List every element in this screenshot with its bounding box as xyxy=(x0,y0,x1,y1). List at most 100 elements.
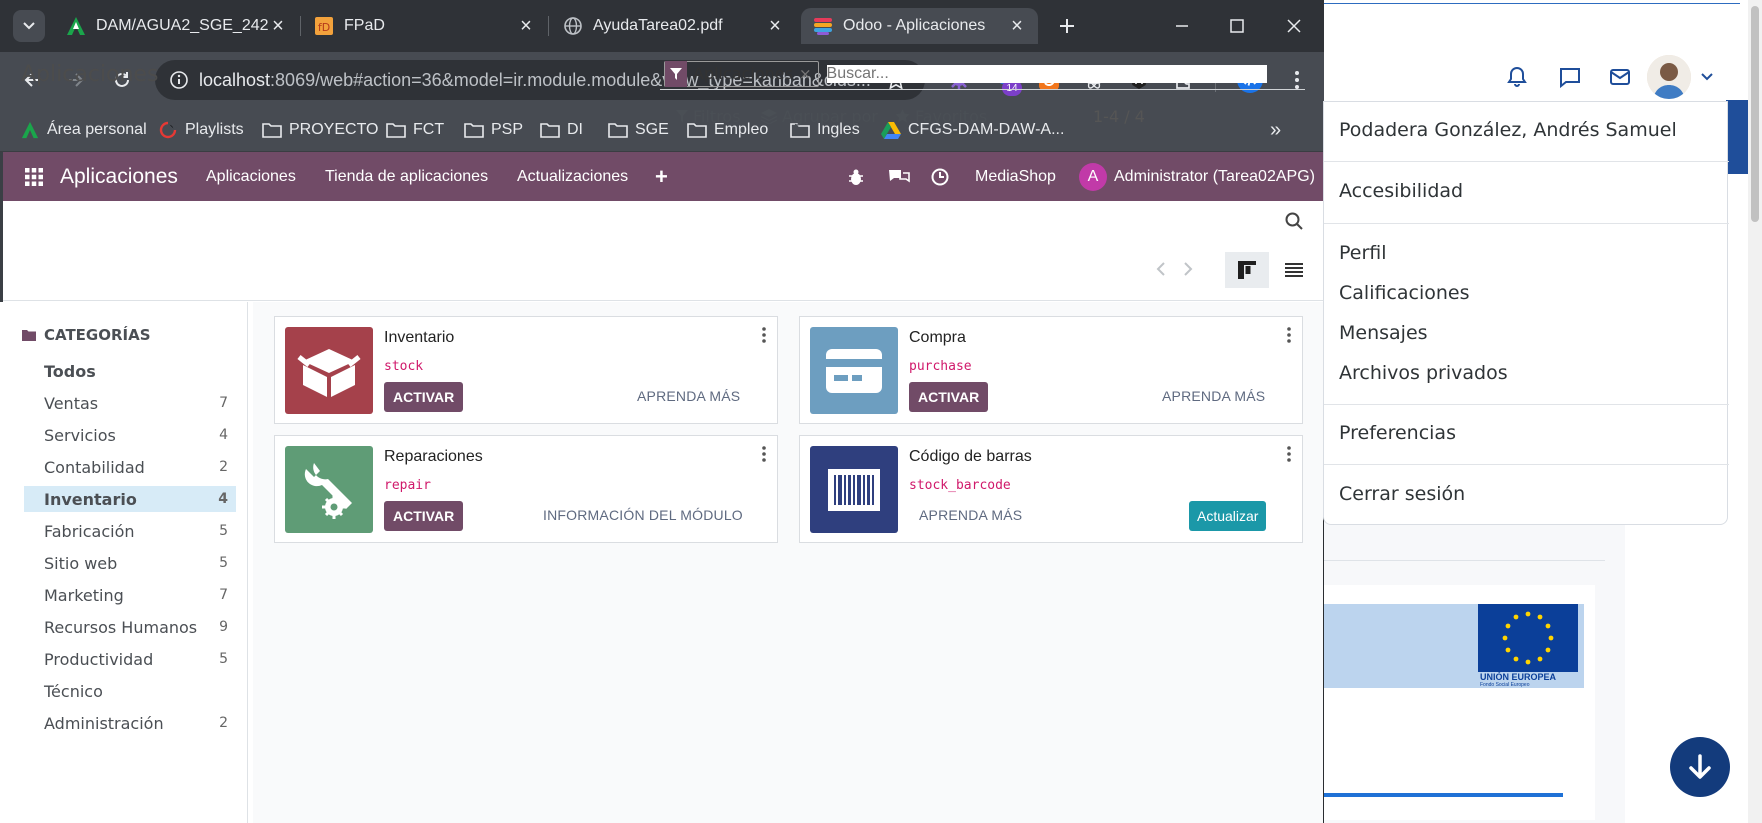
user-avatar[interactable] xyxy=(1647,55,1691,99)
fpad-icon: fD xyxy=(314,16,334,36)
bookmark-area-personal[interactable]: Área personal xyxy=(20,117,147,143)
eu-flag-icon xyxy=(1478,604,1578,672)
svg-text:fD: fD xyxy=(318,21,330,34)
scrollbar-thumb[interactable] xyxy=(1751,6,1759,222)
bookmark-fct[interactable]: FCT xyxy=(386,117,444,143)
menu-actualizaciones[interactable]: Actualizaciones xyxy=(517,152,628,201)
debug-bug-icon[interactable] xyxy=(848,152,864,201)
eu-sublabel: Fondo Social Europeo xyxy=(1480,682,1530,688)
menu-item-accesibilidad[interactable]: Accesibilidad xyxy=(1339,161,1463,202)
activate-button[interactable]: ACTIVAR xyxy=(384,382,464,412)
list-view-button[interactable] xyxy=(1272,252,1316,288)
activity-clock-icon[interactable] xyxy=(931,152,949,201)
learn-more-link[interactable]: APRENDA MÁS xyxy=(637,388,740,404)
close-icon[interactable]: × xyxy=(269,15,287,38)
close-icon[interactable]: × xyxy=(766,15,784,38)
card-menu-icon[interactable] xyxy=(761,446,767,462)
maximize-button[interactable] xyxy=(1223,12,1251,40)
chevron-down-icon[interactable] xyxy=(1694,62,1720,92)
bookmark-label: Playlists xyxy=(185,121,244,138)
group-by-button[interactable]: Agrupar por xyxy=(761,102,878,130)
category-item[interactable]: Inventario 4 xyxy=(24,486,236,512)
search-icon[interactable] xyxy=(1285,212,1303,230)
chat-icon[interactable] xyxy=(1555,62,1585,92)
progress-line xyxy=(1320,793,1563,797)
mail-icon[interactable] xyxy=(1605,62,1635,92)
bookmark-sge[interactable]: SGE xyxy=(608,117,669,143)
card-menu-icon[interactable] xyxy=(1286,327,1292,343)
category-item[interactable]: Todos xyxy=(24,358,236,384)
learn-more-link[interactable]: APRENDA MÁS xyxy=(1162,388,1265,404)
category-item[interactable]: Ventas 7 xyxy=(24,390,236,416)
app-card-reparaciones[interactable]: Reparaciones repair ACTIVAR INFORMACIÓN … xyxy=(274,435,778,543)
menu-item-archivos-privados[interactable]: Archivos privados xyxy=(1339,362,1508,384)
activate-button[interactable]: ACTIVAR xyxy=(909,382,989,412)
tab-odoo-aplicaciones[interactable]: Odoo - Aplicaciones × xyxy=(801,8,1038,44)
filters-button[interactable]: Filtros xyxy=(676,102,741,130)
tab-search-button[interactable] xyxy=(10,8,48,44)
app-title[interactable]: Aplicaciones xyxy=(60,152,178,201)
menu-item-cerrar-sesion[interactable]: Cerrar sesión xyxy=(1339,483,1465,505)
category-count: 5 xyxy=(219,555,228,571)
card-menu-icon[interactable] xyxy=(1286,446,1292,462)
menu-item-preferencias[interactable]: Preferencias xyxy=(1339,422,1456,444)
favorites-button[interactable]: Favoritos xyxy=(895,102,987,130)
pager-previous-icon[interactable] xyxy=(1156,262,1166,276)
folder-icon xyxy=(608,120,628,140)
menu-aplicaciones[interactable]: Aplicaciones xyxy=(206,152,296,201)
menu-item-mensajes[interactable]: Mensajes xyxy=(1339,322,1428,344)
category-item[interactable]: Contabilidad 2 xyxy=(24,454,236,480)
menu-tienda-aplicaciones[interactable]: Tienda de aplicaciones xyxy=(325,152,488,201)
minimize-button[interactable] xyxy=(1168,12,1196,40)
bookmark-playlists[interactable]: Playlists xyxy=(158,117,244,143)
category-item[interactable]: Fabricación 5 xyxy=(24,518,236,544)
tab-ayuda-pdf[interactable]: AyudaTarea02.pdf × xyxy=(551,8,796,44)
kanban-view-button[interactable] xyxy=(1225,252,1269,288)
app-menu-grid-icon[interactable] xyxy=(25,152,43,201)
category-label: Recursos Humanos xyxy=(44,617,198,637)
category-item[interactable]: Recursos Humanos 9 xyxy=(24,614,236,640)
menu-item-calificaciones[interactable]: Calificaciones xyxy=(1339,282,1470,304)
bookmark-di[interactable]: DI xyxy=(540,117,583,143)
pager-value[interactable]: 1-4 / 4 xyxy=(1093,102,1145,130)
search-input[interactable] xyxy=(826,64,1267,83)
category-item[interactable]: Servicios 4 xyxy=(24,422,236,448)
site-info-icon[interactable] xyxy=(165,66,193,94)
app-card-inventario[interactable]: Inventario stock ACTIVAR APRENDA MÁS xyxy=(274,316,778,424)
company-switcher[interactable]: MediaShop xyxy=(975,152,1056,201)
category-item[interactable]: Administración 2 xyxy=(24,710,236,736)
scroll-down-button[interactable] xyxy=(1670,737,1730,797)
bookmarks-overflow-button[interactable]: » xyxy=(1270,117,1281,143)
app-card-compra[interactable]: Compra purchase ACTIVAR APRENDA MÁS xyxy=(799,316,1303,424)
activate-button[interactable]: ACTIVAR xyxy=(384,501,464,531)
bookmark-psp[interactable]: PSP xyxy=(464,117,523,143)
folder-icon xyxy=(22,329,36,341)
new-tab-button[interactable] xyxy=(1053,12,1081,40)
bookmark-label: FCT xyxy=(413,121,445,138)
update-button[interactable]: Actualizar xyxy=(1189,501,1267,531)
card-menu-icon[interactable] xyxy=(761,327,767,343)
module-info-link[interactable]: INFORMACIÓN DEL MÓDULO xyxy=(543,507,743,523)
close-icon[interactable]: × xyxy=(1008,15,1026,38)
category-item[interactable]: Técnico xyxy=(24,678,236,704)
category-item[interactable]: Marketing 7 xyxy=(24,582,236,608)
pager-next-icon[interactable] xyxy=(1183,262,1193,276)
menu-add-button[interactable]: + xyxy=(655,152,668,201)
discuss-chat-icon[interactable] xyxy=(888,152,910,201)
user-menu-toggle[interactable]: A Administrator (Tarea02APG) xyxy=(1079,152,1315,201)
bell-icon[interactable] xyxy=(1502,62,1532,92)
tab-dam-agua[interactable]: DAM/AGUA2_SGE_2425_ × xyxy=(54,8,299,44)
learn-more-link[interactable]: APRENDA MÁS xyxy=(919,507,1022,523)
category-label: Contabilidad xyxy=(44,457,145,477)
menu-divider xyxy=(1324,464,1729,465)
category-item[interactable]: Productividad 5 xyxy=(24,646,236,672)
bookmark-proyecto[interactable]: PROYECTO xyxy=(262,117,379,143)
tab-fpad[interactable]: fD FPaD × xyxy=(302,8,547,44)
close-window-button[interactable] xyxy=(1280,12,1308,40)
menu-item-perfil[interactable]: Perfil xyxy=(1339,242,1387,264)
close-icon[interactable]: × xyxy=(517,15,535,38)
app-card-codigo-barras[interactable]: Código de barras stock_barcode APRENDA M… xyxy=(799,435,1303,543)
category-item[interactable]: Sitio web 5 xyxy=(24,550,236,576)
search-bar[interactable]: Aplicaciones × xyxy=(660,58,1305,90)
facet-remove-button[interactable]: × xyxy=(799,65,818,83)
